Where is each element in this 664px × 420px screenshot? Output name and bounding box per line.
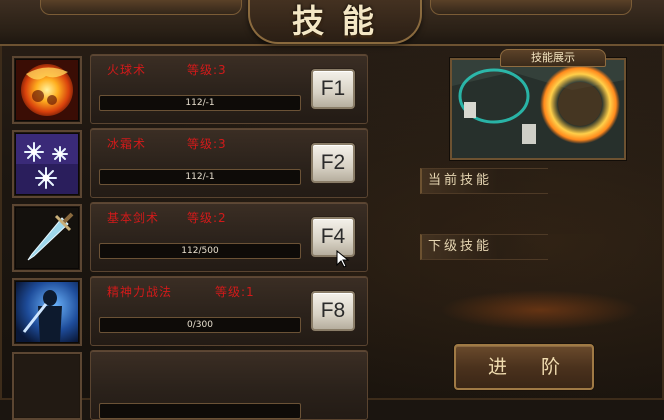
xp-bar (99, 403, 301, 419)
title-decoration-right (430, 0, 632, 15)
xp-bar: 0/300 (99, 317, 301, 333)
skill-name: 火球术 (107, 63, 147, 77)
xp-bar: 112/-1 (99, 95, 301, 111)
skill-preview-label: 技能展示 (500, 49, 606, 67)
advance-button[interactable]: 进 阶 (454, 344, 594, 390)
skill-level: 等级:2 (187, 211, 227, 225)
skill-row-fireball[interactable]: 火球术 等级:3 112/-1 F1 (12, 52, 368, 124)
xp-text (100, 404, 300, 418)
skill-row-frost[interactable]: 冰霜术 等级:3 112/-1 F2 (12, 126, 368, 198)
current-skill-label: 当前技能 (420, 168, 548, 194)
hotkey-button-f8[interactable]: F8 (311, 291, 355, 331)
ember-glow (440, 290, 640, 330)
next-skill-label: 下级技能 (420, 234, 548, 260)
skill-panel: 精神力战法 等级:1 0/300 F8 (90, 276, 368, 346)
spirit-warrior-icon (16, 282, 78, 342)
skill-preview-image (452, 60, 624, 158)
xp-text: 112/-1 (185, 98, 215, 108)
current-skill-info (420, 194, 642, 234)
skill-list: 火球术 等级:3 112/-1 F1 冰霜术 等级:3 112/-1 F2 基本… (12, 52, 368, 420)
xp-text: 112/500 (181, 246, 219, 256)
window-title: 技能 (291, 2, 392, 40)
skill-icon-slot[interactable] (12, 56, 82, 124)
skill-icon-slot-empty (12, 352, 82, 420)
skill-row-spirit-warrior[interactable]: 精神力战法 等级:1 0/300 F8 (12, 274, 368, 346)
skill-preview (450, 58, 626, 160)
xp-text: 0/300 (187, 320, 213, 330)
xp-bar: 112/500 (99, 243, 301, 259)
mouse-cursor-icon (336, 250, 350, 268)
skill-level: 等级:3 (187, 63, 227, 77)
frost-icon (16, 134, 78, 194)
xp-bar: 112/-1 (99, 169, 301, 185)
skill-icon-slot[interactable] (12, 278, 82, 346)
skill-name: 冰霜术 (107, 137, 147, 151)
skill-row-sword[interactable]: 基本剑术 等级:2 112/500 F4 (12, 200, 368, 272)
skill-panel: 冰霜术 等级:3 112/-1 F2 (90, 128, 368, 198)
skill-name: 基本剑术 (107, 211, 160, 225)
skill-icon-slot[interactable] (12, 204, 82, 272)
skill-level: 等级:1 (215, 285, 255, 299)
fireball-icon (16, 60, 78, 120)
skill-icon-slot[interactable] (12, 130, 82, 198)
sword-icon (16, 208, 78, 268)
skill-level: 等级:3 (187, 137, 227, 151)
skill-panel: 火球术 等级:3 112/-1 F1 (90, 54, 368, 124)
skill-name: 精神力战法 (107, 285, 173, 299)
skill-panel-empty (90, 350, 368, 420)
xp-text: 112/-1 (185, 172, 215, 182)
skill-panel: 基本剑术 等级:2 112/500 F4 (90, 202, 368, 272)
title-decoration-left (40, 0, 242, 15)
skill-row-empty (12, 348, 368, 420)
hotkey-button-f1[interactable]: F1 (311, 69, 355, 109)
hotkey-button-f2[interactable]: F2 (311, 143, 355, 183)
